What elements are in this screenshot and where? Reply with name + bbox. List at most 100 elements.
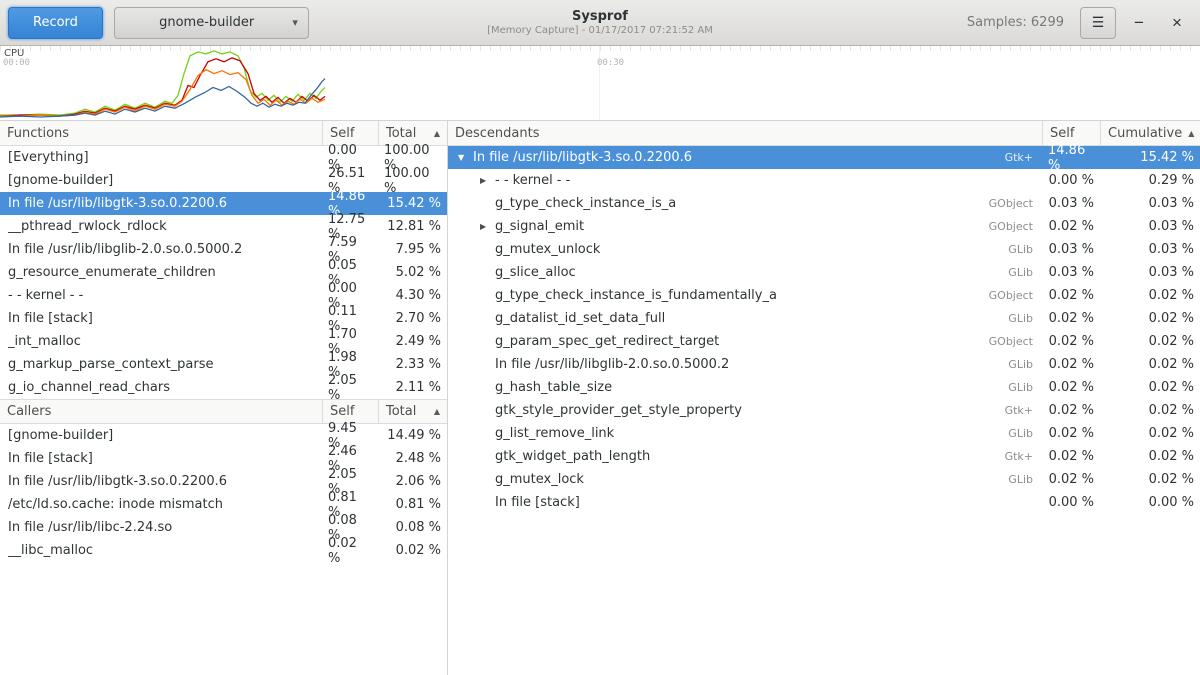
descendant-row[interactable]: g_type_check_instance_is_fundamentally_a…: [448, 284, 1200, 307]
function-row[interactable]: g_markup_parse_context_parse1.98 %2.33 %: [0, 353, 447, 376]
row-label-cell: __pthread_rwlock_rdlock: [0, 219, 322, 234]
cpu-graph-area[interactable]: CPU 00:00 00:30: [0, 46, 1200, 121]
function-row[interactable]: g_io_channel_read_chars2.05 %2.11 %: [0, 376, 447, 399]
row-label: _int_malloc: [8, 334, 81, 349]
caller-row[interactable]: [gnome-builder]9.45 %14.49 %: [0, 424, 447, 447]
caller-row[interactable]: __libc_malloc0.02 %0.02 %: [0, 539, 447, 562]
cumulative-value: 0.03 %: [1100, 265, 1200, 280]
collapsed-expander-icon[interactable]: ▶: [478, 176, 495, 185]
descendant-row[interactable]: g_type_check_instance_is_aGObject0.03 %0…: [448, 192, 1200, 215]
caller-row[interactable]: /etc/ld.so.cache: inode mismatch0.81 %0.…: [0, 493, 447, 516]
row-label: g_list_remove_link: [495, 426, 614, 441]
cumulative-value: 0.00 %: [1100, 495, 1200, 510]
callers-column-header[interactable]: Callers: [0, 400, 322, 423]
menu-button[interactable]: ☰: [1080, 7, 1116, 39]
total-column-header[interactable]: Total ▲: [378, 121, 447, 145]
function-row[interactable]: g_resource_enumerate_children0.05 %5.02 …: [0, 261, 447, 284]
row-label: g_io_channel_read_chars: [8, 380, 170, 395]
function-row[interactable]: - - kernel - -0.00 %4.30 %: [0, 284, 447, 307]
left-pane: Functions Self Total ▲ [Everything]0.00 …: [0, 121, 448, 675]
row-label: - - kernel - -: [8, 288, 83, 303]
function-row[interactable]: In file [stack]0.11 %2.70 %: [0, 307, 447, 330]
descendant-row[interactable]: g_param_spec_get_redirect_targetGObject0…: [448, 330, 1200, 353]
descendant-row[interactable]: In file /usr/lib/libglib-2.0.so.0.5000.2…: [448, 353, 1200, 376]
collapsed-expander-icon[interactable]: ▶: [478, 222, 495, 231]
row-label: In file /usr/lib/libgtk-3.so.0.2200.6: [473, 150, 692, 165]
row-label: __libc_malloc: [8, 543, 93, 558]
functions-column-header[interactable]: Functions: [0, 121, 322, 145]
cumulative-column-header[interactable]: Cumulative ▲: [1100, 121, 1200, 145]
function-row[interactable]: [gnome-builder]26.51 %100.00 %: [0, 169, 447, 192]
library-tag: GObject: [980, 289, 1042, 302]
cumulative-value: 0.03 %: [1100, 219, 1200, 234]
function-row[interactable]: In file /usr/lib/libgtk-3.so.0.2200.614.…: [0, 192, 447, 215]
minimize-button[interactable]: −: [1124, 8, 1154, 38]
library-tag: GLib: [999, 427, 1042, 440]
row-label-cell: In file /usr/lib/libglib-2.0.so.0.5000.2: [0, 242, 322, 257]
cumulative-value: 0.02 %: [1100, 334, 1200, 349]
minimize-icon: −: [1134, 13, 1144, 33]
row-label: In file /usr/lib/libglib-2.0.so.0.5000.2: [8, 242, 242, 257]
total-value: 2.33 %: [378, 357, 447, 372]
caller-row[interactable]: In file /usr/lib/libgtk-3.so.0.2200.62.0…: [0, 470, 447, 493]
row-label-cell: g_hash_table_sizeGLib: [448, 380, 1042, 395]
self-value: 0.02 %: [1042, 357, 1100, 372]
total-column-header[interactable]: Total ▲: [378, 400, 447, 423]
descendant-row[interactable]: ▶- - kernel - -0.00 %0.29 %: [448, 169, 1200, 192]
library-tag: Gtk+: [996, 404, 1042, 417]
function-row[interactable]: __pthread_rwlock_rdlock12.75 %12.81 %: [0, 215, 447, 238]
descendant-row[interactable]: In file [stack]0.00 %0.00 %: [448, 491, 1200, 514]
total-column-label: Total: [386, 404, 416, 419]
self-value: 0.03 %: [1042, 265, 1100, 280]
caller-row[interactable]: In file [stack]2.46 %2.48 %: [0, 447, 447, 470]
time-label-mid: 00:30: [597, 58, 624, 68]
self-column-header[interactable]: Self: [322, 121, 378, 145]
close-button[interactable]: ×: [1162, 8, 1192, 38]
row-label-cell: g_io_channel_read_chars: [0, 380, 322, 395]
process-selector-dropdown[interactable]: gnome-builder ▾: [114, 7, 309, 39]
function-row[interactable]: In file /usr/lib/libglib-2.0.so.0.5000.2…: [0, 238, 447, 261]
window-title-area: Sysprof [Memory Capture] - 01/17/2017 07…: [487, 9, 713, 37]
descendant-row[interactable]: ▼In file /usr/lib/libgtk-3.so.0.2200.6Gt…: [448, 146, 1200, 169]
descendants-column-header[interactable]: Descendants: [448, 121, 1042, 145]
app-title: Sysprof: [487, 9, 713, 25]
row-label: [gnome-builder]: [8, 173, 113, 188]
sort-ascending-icon: ▲: [1182, 129, 1194, 138]
total-value: 7.95 %: [378, 242, 447, 257]
self-value: 0.02 %: [1042, 449, 1100, 464]
descendant-row[interactable]: gtk_style_provider_get_style_propertyGtk…: [448, 399, 1200, 422]
row-label-cell: g_type_check_instance_is_fundamentally_a…: [448, 288, 1042, 303]
main-area: Functions Self Total ▲ [Everything]0.00 …: [0, 121, 1200, 675]
row-label-cell: g_list_remove_link GLib: [448, 426, 1042, 441]
row-label: g_type_check_instance_is_fundamentally_a: [495, 288, 777, 303]
expanded-expander-icon[interactable]: ▼: [456, 153, 473, 162]
close-icon: ×: [1172, 13, 1182, 33]
row-label-cell: g_slice_allocGLib: [448, 265, 1042, 280]
self-column-header[interactable]: Self: [1042, 121, 1100, 145]
row-label-cell: In file /usr/lib/libc-2.24.so: [0, 520, 322, 535]
descendant-row[interactable]: g_list_remove_linkGLib0.02 %0.02 %: [448, 422, 1200, 445]
row-label-cell: g_resource_enumerate_children: [0, 265, 322, 280]
library-tag: GObject: [980, 220, 1042, 233]
row-label-cell: g_mutex_unlockGLib: [448, 242, 1042, 257]
row-label: __pthread_rwlock_rdlock: [8, 219, 167, 234]
row-label-cell: ▼In file /usr/lib/libgtk-3.so.0.2200.6Gt…: [448, 150, 1042, 165]
descendant-row[interactable]: g_mutex_lockGLib0.02 %0.02 %: [448, 468, 1200, 491]
descendant-row[interactable]: g_slice_allocGLib0.03 %0.03 %: [448, 261, 1200, 284]
row-label-cell: In file /usr/lib/libgtk-3.so.0.2200.6: [0, 474, 322, 489]
row-label-cell: g_datalist_id_set_data_fullGLib: [448, 311, 1042, 326]
descendant-row[interactable]: gtk_widget_path_lengthGtk+0.02 %0.02 %: [448, 445, 1200, 468]
row-label-cell: g_markup_parse_context_parse: [0, 357, 322, 372]
descendant-row[interactable]: ▶g_signal_emitGObject0.02 %0.03 %: [448, 215, 1200, 238]
total-value: 0.08 %: [378, 520, 447, 535]
function-row[interactable]: _int_malloc1.70 %2.49 %: [0, 330, 447, 353]
caller-row[interactable]: In file /usr/lib/libc-2.24.so0.08 %0.08 …: [0, 516, 447, 539]
descendant-row[interactable]: g_mutex_unlockGLib0.03 %0.03 %: [448, 238, 1200, 261]
row-label: - - kernel - -: [495, 173, 570, 188]
descendant-row[interactable]: g_hash_table_sizeGLib0.02 %0.02 %: [448, 376, 1200, 399]
descendant-row[interactable]: g_datalist_id_set_data_fullGLib0.02 %0.0…: [448, 307, 1200, 330]
row-label: g_slice_alloc: [495, 265, 576, 280]
record-button[interactable]: Record: [8, 7, 103, 39]
right-pane: Descendants Self Cumulative ▲ ▼In file /…: [448, 121, 1200, 675]
row-label-cell: gtk_style_provider_get_style_propertyGtk…: [448, 403, 1042, 418]
